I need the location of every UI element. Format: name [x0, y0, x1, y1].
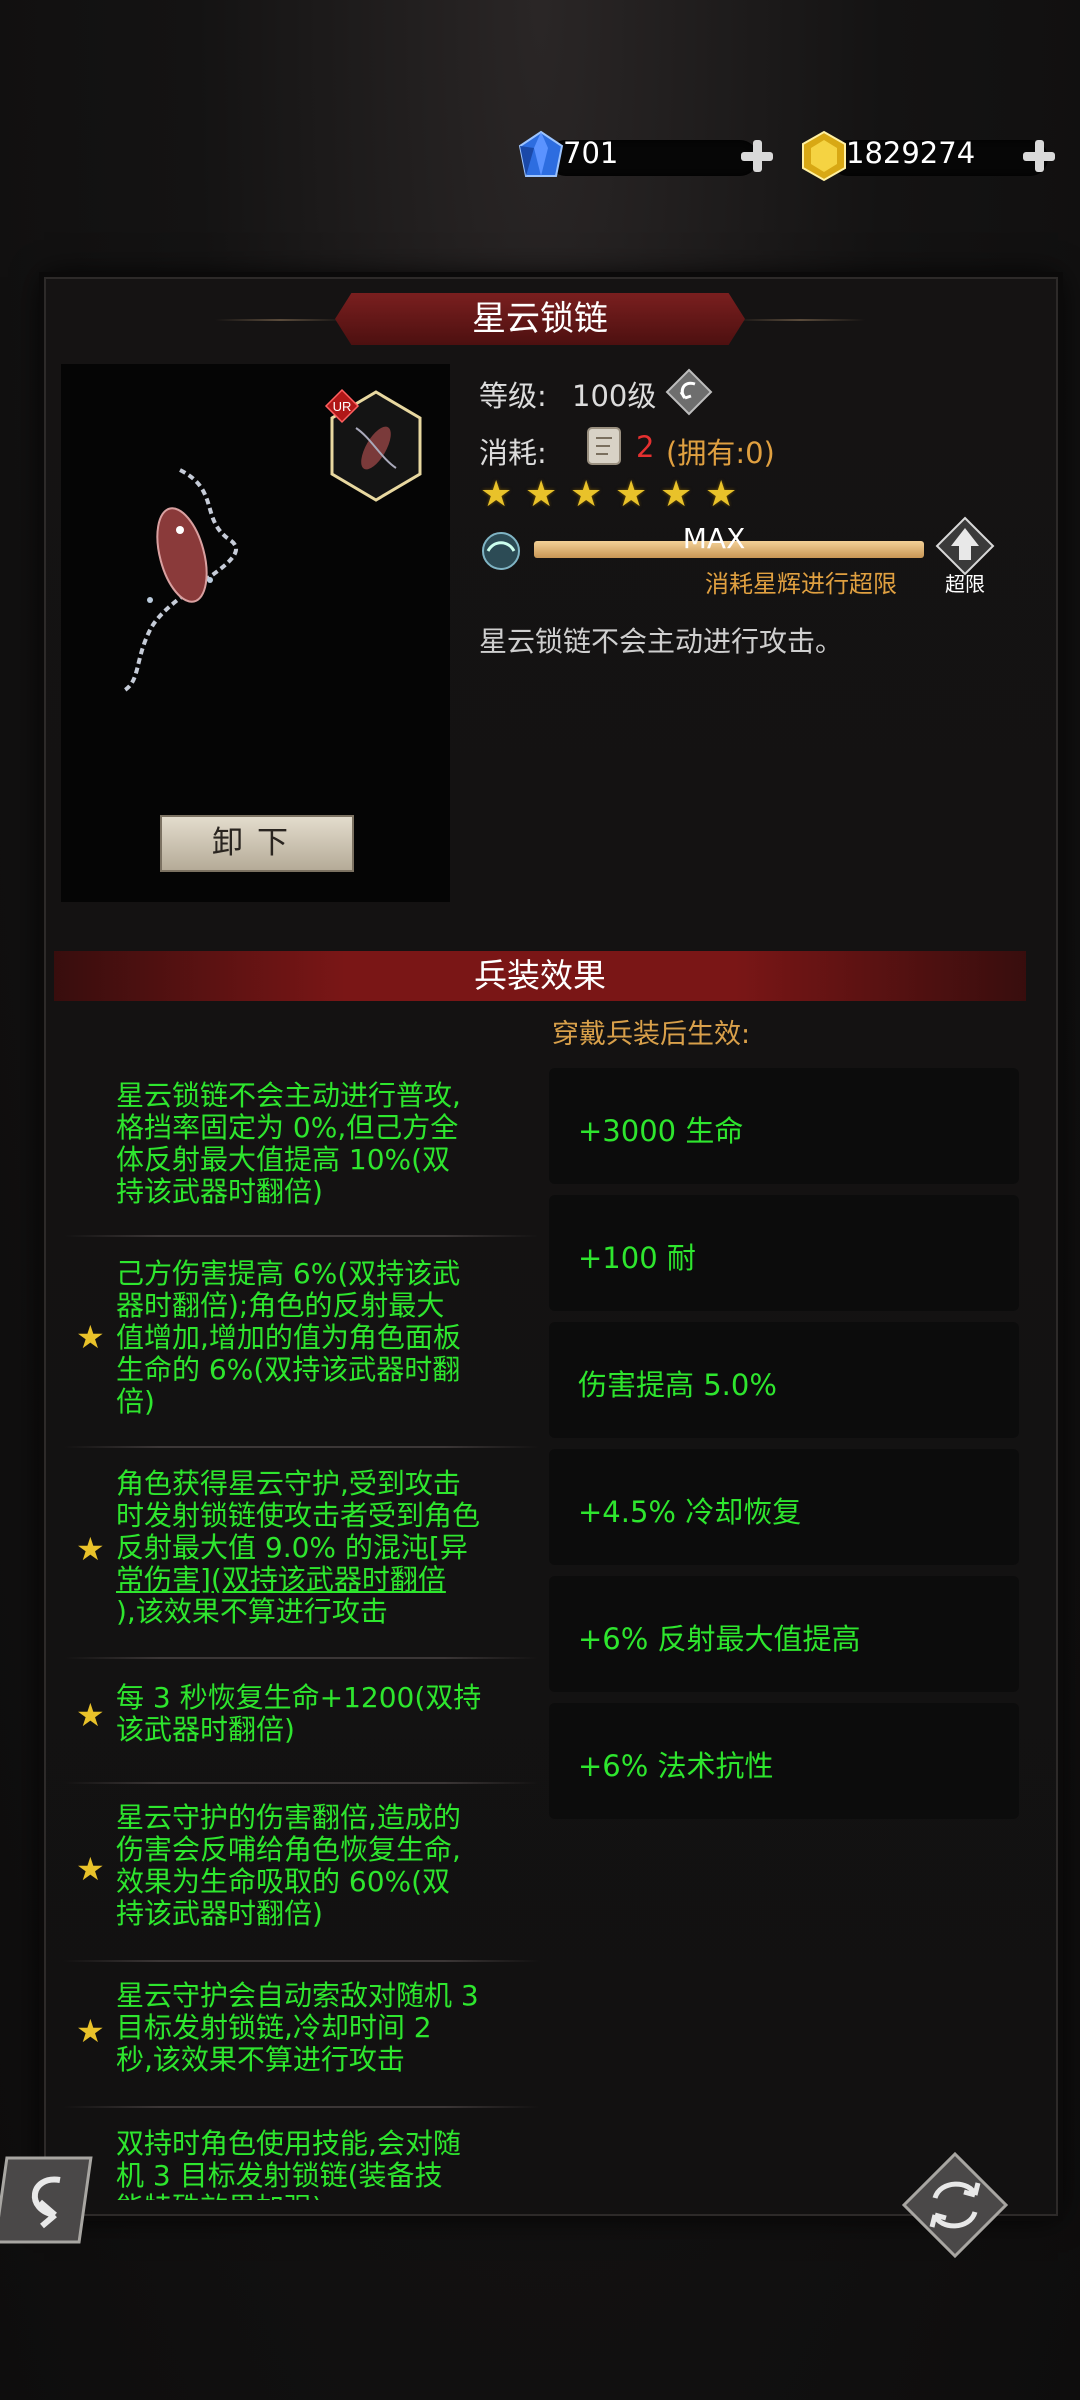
passive-line: 效果为生命吸取的 60%(双 — [116, 1865, 451, 1898]
passive-effect-2: 己方伤害提高 6%(双持该武 器时翻倍);角色的反射最大 值增加,增加的值为角色… — [116, 1258, 536, 1418]
star-icon: ★ — [705, 474, 738, 515]
passive-line: ),该效果不算进行攻击 — [116, 1595, 388, 1628]
star-icon: ★ — [570, 474, 603, 515]
gold-gem-icon — [802, 130, 846, 182]
add-gems-button[interactable] — [737, 136, 777, 176]
rarity-badge: UR — [324, 388, 360, 424]
level-value: 100级 — [572, 379, 657, 413]
star-icon: ★ — [76, 1696, 105, 1734]
passive-effect-1: 星云锁链不会主动进行普攻, 格挡率固定为 0%,但己方全 体反射最大值提高 10… — [116, 1080, 536, 1208]
abnormal-damage-link[interactable]: 常伤害](双持该武器时翻倍 — [116, 1564, 536, 1596]
star-icon: ★ — [525, 474, 558, 515]
swap-button[interactable] — [900, 2150, 1010, 2260]
passive-line: 角色获得星云守护,受到攻击 — [116, 1467, 461, 1500]
gems-count: 701 — [563, 136, 619, 170]
stat-value: +4.5% 冷却恢复 — [578, 1495, 802, 1529]
reset-icon[interactable] — [665, 368, 713, 416]
passive-line: 格挡率固定为 0%,但己方全 — [116, 1111, 459, 1144]
star-icon: ★ — [480, 474, 513, 515]
stat-value: 伤害提高 5.0% — [578, 1368, 777, 1402]
gold-count: 1829274 — [846, 136, 976, 170]
passive-line: 星云守护会自动索敌对随机 3 — [116, 1979, 479, 2012]
stat-value: +6% 法术抗性 — [578, 1749, 774, 1783]
unequip-button[interactable]: 卸下 — [160, 815, 354, 872]
stats-header: 穿戴兵装后生效: — [552, 1019, 751, 1050]
passive-effect-6: 星云守护会自动索敌对随机 3 目标发射锁链,冷却时间 2 秒,该效果不算进行攻击 — [116, 1980, 536, 2076]
stat-value: +6% 反射最大值提高 — [578, 1622, 861, 1656]
passive-line: 器时翻倍);角色的反射最大 — [116, 1289, 445, 1322]
svg-text:UR: UR — [333, 399, 352, 414]
blue-gem-icon — [518, 130, 564, 177]
limit-break-icon — [935, 516, 995, 576]
divider — [64, 1657, 539, 1659]
limit-break-button[interactable]: 超限 — [930, 516, 1000, 596]
passive-line: 时发射锁链使攻击者受到角色 — [116, 1499, 481, 1532]
effects-title: 兵装效果 — [474, 956, 606, 995]
passive-line: 持该武器时翻倍) — [116, 1175, 323, 1208]
passive-line: 伤害会反哺给角色恢复生命, — [116, 1833, 461, 1866]
divider — [64, 2106, 539, 2108]
title-ornament-right — [735, 319, 865, 321]
passive-line: 星云守护的伤害翻倍,造成的 — [116, 1801, 461, 1834]
passive-line: 反射最大值 9.0% 的混沌[异 — [116, 1531, 468, 1564]
passive-line: 该武器时翻倍) — [116, 1713, 295, 1746]
star-icon: ★ — [76, 1850, 105, 1888]
passive-effect-7: 双持时角色使用技能,会对随 机 3 目标发射锁链(装备技 能特殊效果加强) — [116, 2127, 536, 2201]
passive-line: 持该武器时翻倍) — [116, 1897, 323, 1930]
progress-max-label: MAX — [682, 522, 746, 555]
star-icon: ★ — [615, 474, 648, 515]
starlight-scroll-icon — [587, 427, 621, 465]
divider — [64, 1960, 539, 1962]
item-description: 星云锁链不会主动进行攻击。 — [479, 625, 844, 658]
nebula-chain-image — [123, 468, 238, 692]
passive-effect-5: 星云守护的伤害翻倍,造成的 伤害会反哺给角色恢复生命, 效果为生命吸取的 60%… — [116, 1802, 536, 1930]
passive-line: 值增加,增加的值为角色面板 — [116, 1321, 461, 1354]
star-icon: ★ — [76, 2012, 105, 2050]
cost-owned: (拥有:0) — [666, 436, 775, 470]
passive-line: 体反射最大值提高 10%(双 — [116, 1143, 451, 1176]
passive-line: 生命的 6%(双持该武器时翻 — [116, 1353, 461, 1386]
item-title: 星云锁链 — [472, 299, 608, 339]
limit-break-hint: 消耗星辉进行超限 — [705, 570, 897, 598]
passive-line: 双持时角色使用技能,会对随 — [116, 2127, 461, 2160]
passive-line: 秒,该效果不算进行攻击 — [116, 2043, 405, 2076]
add-gold-button[interactable] — [1019, 136, 1059, 176]
cost-label: 消耗: — [479, 436, 547, 470]
divider — [64, 1446, 539, 1448]
passive-line: 机 3 目标发射锁链(装备技 — [116, 2159, 443, 2192]
star-icon: ★ — [76, 1318, 105, 1356]
passive-line: 每 3 秒恢复生命+1200(双持 — [116, 1681, 482, 1714]
limit-break-label: 超限 — [945, 572, 985, 596]
passive-line: 目标发射锁链,冷却时间 2 — [116, 2011, 432, 2044]
passive-line: 己方伤害提高 6%(双持该武 — [116, 1257, 461, 1290]
starlight-orb-icon — [482, 532, 520, 570]
divider — [64, 1235, 539, 1237]
stat-value: +100 耐 — [578, 1241, 696, 1275]
level-label: 等级: — [479, 379, 547, 413]
cost-amount: 2 — [636, 430, 655, 464]
passive-line: 倍) — [116, 1385, 155, 1418]
stat-value: +3000 生命 — [578, 1114, 744, 1148]
star-icon: ★ — [660, 474, 693, 515]
passive-line: 能特殊效果加强) — [116, 2192, 536, 2201]
divider — [64, 1782, 539, 1784]
passive-effect-3: 角色获得星云守护,受到攻击 时发射锁链使攻击者受到角色 反射最大值 9.0% 的… — [116, 1468, 536, 1628]
back-button[interactable] — [0, 2150, 100, 2250]
title-ornament-left — [215, 319, 345, 321]
passive-line: 星云锁链不会主动进行普攻, — [116, 1079, 461, 1112]
passive-effect-4: 每 3 秒恢复生命+1200(双持 该武器时翻倍) — [116, 1682, 536, 1746]
star-icon: ★ — [76, 1530, 105, 1568]
